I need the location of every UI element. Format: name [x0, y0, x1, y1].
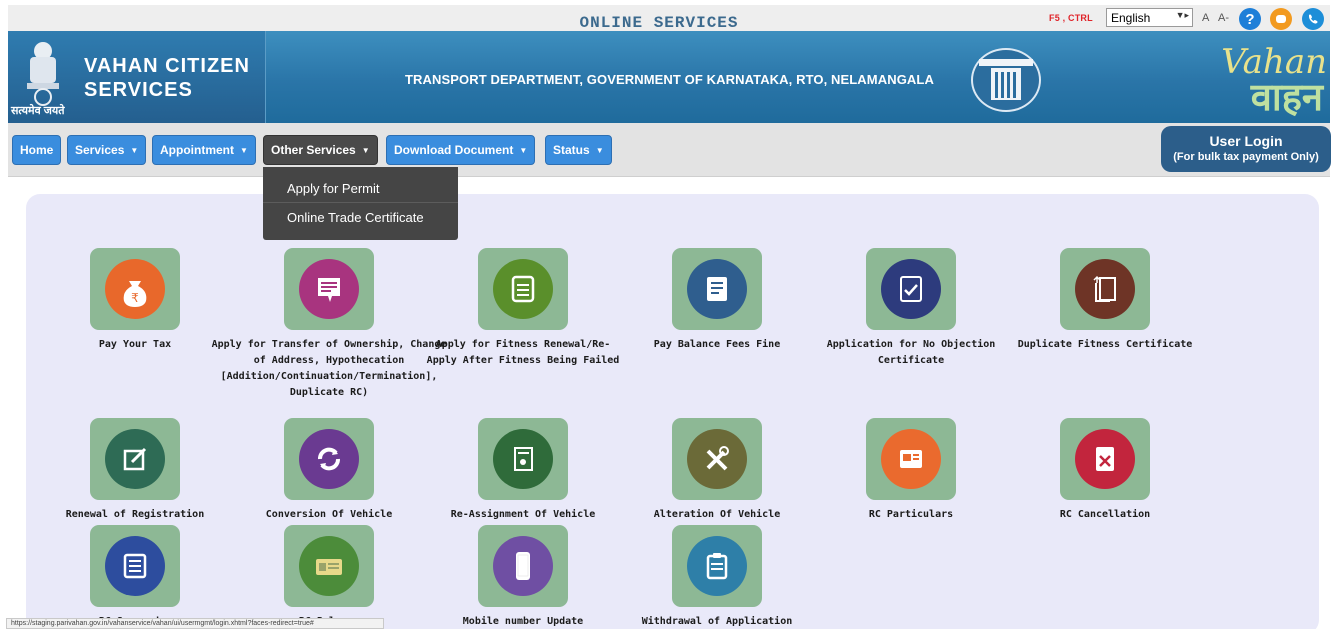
service-item[interactable]: Application for No Objection Certificate — [811, 248, 1011, 369]
nav-appointment-label: Appointment — [160, 143, 234, 157]
nav-status-label: Status — [553, 143, 590, 157]
service-item[interactable]: Pay Balance Fees Fine — [617, 248, 817, 353]
tools-icon — [687, 429, 747, 489]
service-label[interactable]: Pay Your Tax — [35, 337, 235, 353]
service-item[interactable]: Re-Assignment Of Vehicle — [423, 418, 623, 523]
svg-text:₹: ₹ — [131, 291, 139, 305]
service-item[interactable]: Apply for Transfer of Ownership, Change … — [212, 248, 446, 401]
service-label[interactable]: Alteration Of Vehicle — [617, 507, 817, 523]
service-tile[interactable] — [866, 418, 956, 500]
user-login-label: User Login — [1209, 133, 1283, 149]
service-tile[interactable] — [866, 248, 956, 330]
nav-other-services-label: Other Services — [271, 143, 356, 157]
user-login-sublabel: (For bulk tax payment Only) — [1173, 151, 1319, 163]
cancel-document-icon — [1075, 429, 1135, 489]
rc-details-icon — [881, 429, 941, 489]
service-tile[interactable]: ₹ — [90, 248, 180, 330]
transport-department-logo — [971, 48, 1041, 112]
service-item[interactable]: RC Particulars — [811, 418, 1011, 523]
service-item[interactable]: Renewal of Registration — [35, 418, 235, 523]
receipt-icon — [687, 259, 747, 319]
edit-icon — [105, 429, 165, 489]
service-item[interactable]: RC Surrender — [35, 525, 235, 629]
national-emblem-icon — [27, 42, 59, 106]
document-list-icon — [493, 259, 553, 319]
site-title-line1: VAHAN CITIZEN — [84, 55, 250, 77]
nav-services-label: Services — [75, 143, 125, 157]
service-label[interactable]: Conversion Of Vehicle — [229, 507, 429, 523]
service-tile[interactable] — [1060, 418, 1150, 500]
menu-item-apply-permit[interactable]: Apply for Permit — [263, 174, 458, 203]
service-tile[interactable] — [672, 248, 762, 330]
main-navbar: Home Services ▼ Appointment ▼ Other Servic… — [8, 123, 1331, 177]
nav-download-document-label: Download Document — [394, 143, 514, 157]
nav-home-label: Home — [20, 143, 54, 157]
caret-down-icon: ▼ — [595, 145, 604, 155]
nav-appointment[interactable]: Appointment ▼ — [152, 135, 256, 165]
department-title: TRANSPORT DEPARTMENT, GOVERNMENT OF KARN… — [405, 72, 934, 87]
document-transfer-icon — [299, 259, 359, 319]
service-item[interactable]: Withdrawal of Application — [617, 525, 817, 629]
service-label[interactable]: Mobile number Update — [423, 614, 623, 629]
brand-area: सत्यमेव जयते VAHAN CITIZEN SERVICES — [8, 31, 266, 123]
header-banner: सत्यमेव जयते VAHAN CITIZEN SERVICES TRAN… — [8, 31, 1330, 123]
vahan-logo-hindi: वाहन — [1250, 75, 1323, 119]
service-tile[interactable] — [90, 418, 180, 500]
rc-card-icon — [299, 536, 359, 596]
service-tile[interactable] — [478, 418, 568, 500]
service-label[interactable]: Renewal of Registration — [35, 507, 235, 523]
service-item[interactable]: Alteration Of Vehicle — [617, 418, 817, 523]
other-services-dropdown: Apply for Permit Online Trade Certificat… — [263, 167, 458, 240]
service-label[interactable]: Apply for Fitness Renewal/Re-Apply After… — [423, 337, 623, 369]
service-label[interactable]: Pay Balance Fees Fine — [617, 337, 817, 353]
service-label[interactable]: RC Particulars — [811, 507, 1011, 523]
service-item[interactable]: RC Release — [229, 525, 429, 629]
user-login-button[interactable]: User Login (For bulk tax payment Only) — [1161, 126, 1331, 172]
service-tile[interactable] — [284, 525, 374, 607]
service-label[interactable]: Duplicate Fitness Certificate — [1005, 337, 1205, 353]
service-tile[interactable] — [284, 248, 374, 330]
service-item[interactable]: ₹ Pay Your Tax — [35, 248, 235, 353]
service-tile[interactable] — [1060, 248, 1150, 330]
service-tile[interactable] — [284, 418, 374, 500]
emblem-caption: सत्यमेव जयते — [11, 105, 65, 117]
duplicate-document-icon — [1075, 259, 1135, 319]
service-tile[interactable] — [478, 248, 568, 330]
nav-services[interactable]: Services ▼ — [67, 135, 147, 165]
vahan-logo: Vahan वाहन — [1221, 34, 1330, 120]
caret-down-icon: ▼ — [240, 145, 248, 155]
money-bag-icon: ₹ — [105, 259, 165, 319]
menu-item-trade-certificate[interactable]: Online Trade Certificate — [263, 203, 458, 232]
refresh-icon — [299, 429, 359, 489]
caret-down-icon: ▼ — [361, 145, 370, 155]
service-label[interactable]: RC Cancellation — [1005, 507, 1205, 523]
service-item[interactable]: RC Cancellation — [1005, 418, 1205, 523]
service-item[interactable]: Conversion Of Vehicle — [229, 418, 429, 523]
service-tile[interactable] — [478, 525, 568, 607]
browser-status-url: https://staging.parivahan.gov.in/vahanse… — [6, 618, 384, 629]
service-item[interactable]: Mobile number Update — [423, 525, 623, 629]
caret-down-icon: ▼ — [519, 145, 528, 155]
service-tile[interactable] — [672, 418, 762, 500]
site-title-line2: SERVICES — [84, 79, 193, 101]
online-services-title: ONLINE SERVICES — [579, 14, 739, 32]
nav-home[interactable]: Home — [12, 135, 62, 165]
service-label[interactable]: Application for No Objection Certificate — [811, 337, 1011, 369]
service-tile[interactable] — [90, 525, 180, 607]
nav-other-services[interactable]: Other Services ▼ — [263, 135, 378, 165]
service-label[interactable]: Re-Assignment Of Vehicle — [423, 507, 623, 523]
caret-down-icon: ▼ — [130, 145, 139, 155]
service-item[interactable]: Apply for Fitness Renewal/Re-Apply After… — [423, 248, 623, 369]
service-item[interactable]: Duplicate Fitness Certificate — [1005, 248, 1205, 353]
surrender-document-icon — [105, 536, 165, 596]
service-tile[interactable] — [672, 525, 762, 607]
service-label[interactable]: Withdrawal of Application — [617, 614, 817, 629]
certificate-check-icon — [881, 259, 941, 319]
reassign-document-icon — [493, 429, 553, 489]
nav-download-document[interactable]: Download Document ▼ — [386, 135, 536, 165]
service-label[interactable]: Apply for Transfer of Ownership, Change … — [209, 337, 449, 401]
nav-status[interactable]: Status ▼ — [545, 135, 612, 165]
mobile-phone-icon — [493, 536, 553, 596]
clipboard-icon — [687, 536, 747, 596]
